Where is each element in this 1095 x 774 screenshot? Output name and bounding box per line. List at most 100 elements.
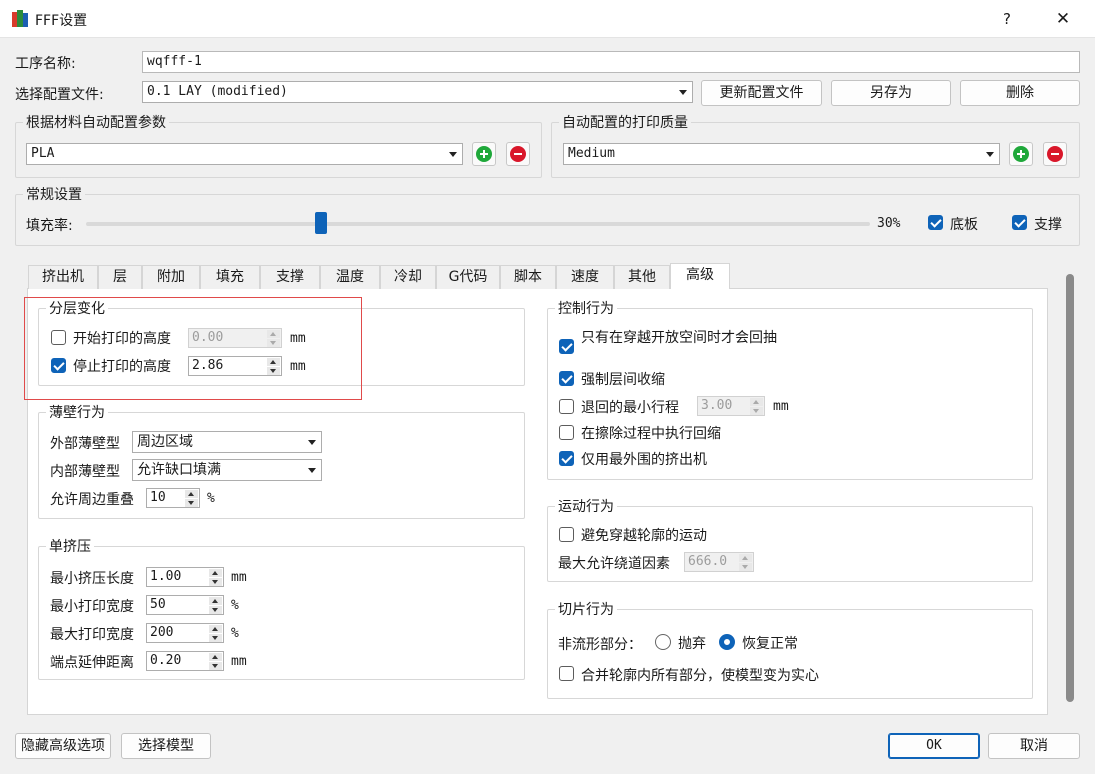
merge-checkbox[interactable] — [559, 666, 574, 681]
spin-up-icon[interactable] — [739, 554, 752, 562]
start-height-input[interactable]: 0.00 — [188, 328, 282, 348]
avoid-crossing-checkbox[interactable] — [559, 527, 574, 542]
tab-4[interactable]: 支撑 — [260, 265, 320, 289]
spin-down-icon[interactable] — [267, 367, 280, 375]
spin-down-icon[interactable] — [739, 563, 752, 571]
tab-7[interactable]: G代码 — [436, 265, 500, 289]
tab-6[interactable]: 冷却 — [380, 265, 436, 289]
discard-radio[interactable] — [655, 634, 671, 650]
tab-10[interactable]: 其他 — [614, 265, 670, 289]
overlap-input[interactable]: 10 — [146, 488, 200, 508]
control-checkbox[interactable] — [559, 339, 574, 354]
hide-advanced-button[interactable]: 隐藏高级选项 — [15, 733, 111, 759]
single-extrusion-input[interactable]: 1.00 — [146, 567, 224, 587]
profile-select[interactable]: 0.1 LAY (modified) — [142, 81, 693, 103]
spin-down-icon[interactable] — [750, 407, 763, 415]
spin-down-icon[interactable] — [209, 606, 222, 614]
control-checkbox[interactable] — [559, 399, 574, 414]
single-extrusion-input[interactable]: 200 — [146, 623, 224, 643]
infill-slider-track[interactable] — [86, 222, 870, 226]
plus-icon — [476, 146, 492, 162]
control-label: 在擦除过程中执行回缩 — [581, 426, 721, 442]
general-group-title: 常规设置 — [23, 184, 85, 204]
window-title: FFF设置 — [35, 13, 88, 29]
single-extrusion-value: 50 — [150, 597, 166, 612]
spin-down-icon[interactable] — [209, 578, 222, 586]
outer-thin-wall-select[interactable]: 周边区域 — [132, 431, 322, 453]
slicing-title: 切片行为 — [555, 599, 617, 619]
spin-up-icon[interactable] — [267, 358, 280, 366]
highlight-box — [24, 297, 362, 400]
tab-2[interactable]: 附加 — [142, 265, 200, 289]
control-checkbox[interactable] — [559, 371, 574, 386]
add-material-button[interactable] — [472, 142, 496, 166]
single-extrusion-unit: % — [231, 626, 239, 641]
select-model-button[interactable]: 选择模型 — [121, 733, 211, 759]
start-height-label: 开始打印的高度 — [73, 331, 171, 347]
start-height-checkbox[interactable] — [51, 330, 66, 345]
stop-height-checkbox[interactable] — [51, 358, 66, 373]
remove-material-button[interactable] — [506, 142, 530, 166]
single-extrusion-value: 0.20 — [150, 653, 182, 668]
spin-down-icon[interactable] — [185, 499, 198, 507]
add-quality-button[interactable] — [1009, 142, 1033, 166]
single-extrusion-unit: mm — [231, 570, 247, 585]
spin-up-icon[interactable] — [185, 490, 198, 498]
ok-button[interactable]: OK — [888, 733, 980, 759]
single-extrusion-input[interactable]: 0.20 — [146, 651, 224, 671]
close-button[interactable]: ✕ — [1046, 4, 1080, 34]
job-name-input[interactable]: wqfff-1 — [142, 51, 1080, 73]
tab-5[interactable]: 温度 — [320, 265, 380, 289]
detour-value: 666.0 — [688, 554, 728, 569]
save-as-button[interactable]: 另存为 — [831, 80, 951, 106]
stop-height-input[interactable]: 2.86 — [188, 356, 282, 376]
tab-9[interactable]: 速度 — [556, 265, 614, 289]
single-extrusion-label: 最大打印宽度 — [50, 627, 134, 643]
spin-up-icon[interactable] — [267, 330, 280, 338]
raft-checkbox[interactable] — [928, 215, 943, 230]
tab-8[interactable]: 脚本 — [500, 265, 556, 289]
spin-down-icon[interactable] — [267, 339, 280, 347]
spin-down-icon[interactable] — [209, 662, 222, 670]
inner-thin-wall-select[interactable]: 允许缺口填满 — [132, 459, 322, 481]
spin-down-icon[interactable] — [209, 634, 222, 642]
vertical-scrollbar[interactable] — [1066, 274, 1074, 702]
minus-icon — [1047, 146, 1063, 162]
detour-label: 最大允许绕道因素 — [558, 556, 670, 572]
start-height-value: 0.00 — [192, 330, 224, 345]
help-button[interactable]: ? — [990, 4, 1024, 34]
delete-button[interactable]: 删除 — [960, 80, 1080, 106]
support-label: 支撑 — [1034, 217, 1062, 233]
remove-quality-button[interactable] — [1043, 142, 1067, 166]
single-extrusion-value: 200 — [150, 625, 174, 640]
infill-value: 30% — [877, 216, 901, 231]
spin-up-icon[interactable] — [209, 569, 222, 577]
chevron-down-icon — [449, 152, 457, 157]
tab-0[interactable]: 挤出机 — [28, 265, 98, 289]
minus-icon — [510, 146, 526, 162]
min-travel-input[interactable]: 3.00 — [697, 396, 765, 416]
spin-up-icon[interactable] — [209, 597, 222, 605]
restore-radio[interactable] — [719, 634, 735, 650]
thin-wall-title: 薄壁行为 — [46, 402, 108, 422]
spin-up-icon[interactable] — [209, 625, 222, 633]
overlap-unit: % — [207, 491, 215, 506]
single-extrusion-label: 最小打印宽度 — [50, 599, 134, 615]
cancel-button[interactable]: 取消 — [988, 733, 1080, 759]
support-checkbox[interactable] — [1012, 215, 1027, 230]
single-extrusion-input[interactable]: 50 — [146, 595, 224, 615]
material-select[interactable]: PLA — [26, 143, 463, 165]
update-profile-button[interactable]: 更新配置文件 — [701, 80, 822, 106]
tab-1[interactable]: 层 — [98, 265, 142, 289]
quality-select[interactable]: Medium — [563, 143, 1000, 165]
tab-11[interactable]: 高级 — [670, 263, 730, 289]
control-checkbox[interactable] — [559, 425, 574, 440]
detour-input[interactable]: 666.0 — [684, 552, 754, 572]
tab-3[interactable]: 填充 — [200, 265, 260, 289]
infill-slider-handle[interactable] — [315, 212, 328, 234]
spin-up-icon[interactable] — [750, 398, 763, 406]
avoid-crossing-label: 避免穿越轮廓的运动 — [581, 528, 707, 544]
chevron-down-icon — [308, 468, 316, 473]
spin-up-icon[interactable] — [209, 653, 222, 661]
control-checkbox[interactable] — [559, 451, 574, 466]
